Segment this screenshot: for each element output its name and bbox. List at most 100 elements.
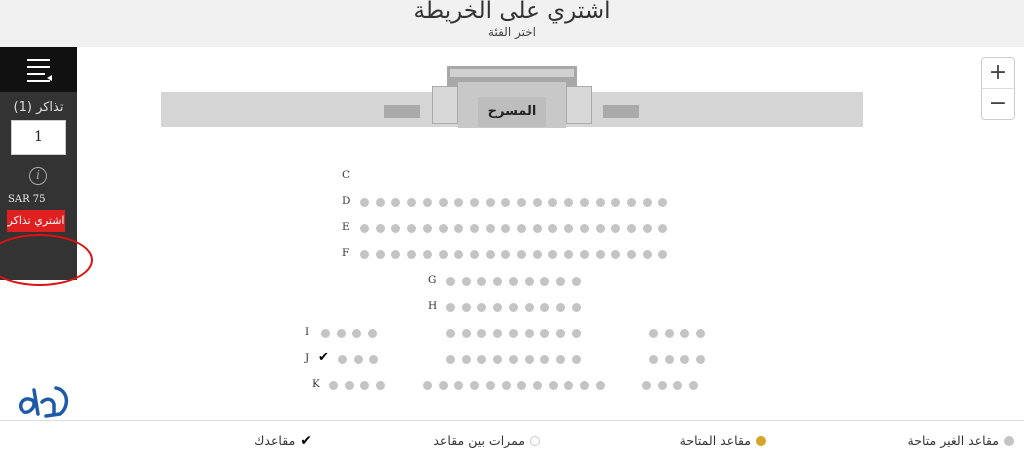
seat[interactable] — [501, 197, 511, 207]
seat[interactable] — [469, 249, 479, 259]
seat[interactable] — [658, 223, 668, 233]
seat[interactable] — [571, 276, 581, 286]
seat[interactable] — [360, 197, 369, 207]
seat[interactable] — [532, 197, 542, 207]
seat[interactable] — [493, 328, 503, 338]
seat[interactable] — [376, 380, 386, 390]
seat[interactable] — [564, 197, 574, 207]
seat[interactable] — [642, 249, 652, 259]
seat[interactable] — [524, 328, 534, 338]
seat[interactable] — [571, 328, 581, 338]
seat[interactable] — [391, 197, 401, 207]
seat[interactable] — [360, 249, 369, 259]
seat[interactable] — [524, 302, 534, 312]
seat[interactable] — [540, 302, 550, 312]
seat[interactable] — [696, 354, 706, 364]
seat[interactable] — [329, 380, 338, 390]
seat[interactable] — [446, 328, 455, 338]
seat[interactable] — [407, 197, 417, 207]
seat[interactable] — [438, 223, 448, 233]
seat[interactable] — [485, 223, 495, 233]
seat[interactable] — [524, 354, 534, 364]
seat[interactable] — [422, 197, 432, 207]
seat[interactable] — [555, 302, 565, 312]
seat[interactable] — [611, 249, 621, 259]
seat[interactable] — [438, 197, 448, 207]
seat[interactable] — [579, 223, 589, 233]
seat[interactable] — [540, 276, 550, 286]
seat[interactable] — [461, 276, 471, 286]
seat[interactable] — [501, 380, 511, 390]
seat[interactable] — [658, 197, 668, 207]
seat[interactable] — [352, 328, 362, 338]
seat[interactable] — [493, 302, 503, 312]
seat[interactable] — [477, 276, 487, 286]
seat[interactable] — [469, 223, 479, 233]
seat[interactable] — [446, 276, 455, 286]
seat[interactable] — [642, 223, 652, 233]
seat[interactable] — [422, 249, 432, 259]
seat[interactable] — [508, 302, 518, 312]
seat[interactable] — [477, 328, 487, 338]
seat[interactable] — [664, 328, 674, 338]
seat[interactable] — [532, 380, 542, 390]
seat[interactable] — [595, 249, 605, 259]
seat[interactable] — [321, 328, 330, 338]
seat[interactable] — [454, 223, 464, 233]
seat[interactable] — [649, 328, 658, 338]
seat[interactable] — [469, 197, 479, 207]
seat[interactable] — [571, 302, 581, 312]
seat[interactable] — [680, 328, 690, 338]
seat[interactable] — [555, 354, 565, 364]
seat[interactable] — [461, 302, 471, 312]
seat[interactable] — [680, 354, 690, 364]
seat[interactable] — [360, 223, 369, 233]
seat[interactable] — [493, 354, 503, 364]
seat[interactable] — [461, 328, 471, 338]
seat[interactable] — [540, 354, 550, 364]
seat[interactable] — [461, 354, 471, 364]
seat[interactable] — [642, 197, 652, 207]
seat[interactable] — [579, 249, 589, 259]
seat[interactable] — [517, 249, 526, 259]
seat[interactable] — [423, 380, 432, 390]
seat[interactable] — [338, 354, 347, 364]
seat[interactable] — [454, 197, 464, 207]
seat[interactable] — [649, 354, 658, 364]
seat[interactable] — [477, 302, 487, 312]
seat[interactable] — [375, 197, 385, 207]
seat[interactable] — [626, 197, 636, 207]
seat[interactable] — [368, 328, 378, 338]
seat[interactable] — [595, 223, 605, 233]
seat[interactable] — [555, 328, 565, 338]
seat[interactable] — [391, 223, 401, 233]
seat[interactable] — [501, 249, 511, 259]
seat[interactable] — [391, 249, 401, 259]
seat[interactable] — [548, 249, 558, 259]
seat[interactable] — [580, 380, 589, 390]
seat[interactable] — [508, 276, 518, 286]
seat[interactable] — [532, 223, 542, 233]
seat[interactable] — [508, 328, 518, 338]
seat[interactable] — [564, 223, 574, 233]
zoom-in-button[interactable]: + — [982, 58, 1014, 89]
seat[interactable] — [336, 328, 346, 338]
seat[interactable] — [517, 380, 527, 390]
seat[interactable] — [548, 380, 558, 390]
seat[interactable] — [689, 380, 699, 390]
seat[interactable] — [611, 197, 621, 207]
seat[interactable] — [485, 380, 495, 390]
seat[interactable] — [477, 354, 487, 364]
seat[interactable] — [548, 223, 558, 233]
seat[interactable] — [517, 223, 526, 233]
seat[interactable] — [571, 354, 581, 364]
seat[interactable] — [344, 380, 354, 390]
seat[interactable] — [485, 197, 495, 207]
seat[interactable] — [454, 249, 464, 259]
buy-tickets-button[interactable]: اشتري تذاكر — [7, 210, 65, 232]
seat[interactable] — [501, 223, 511, 233]
seat[interactable] — [353, 354, 363, 364]
seat[interactable] — [375, 249, 385, 259]
seat[interactable] — [438, 249, 448, 259]
seat[interactable] — [446, 302, 455, 312]
